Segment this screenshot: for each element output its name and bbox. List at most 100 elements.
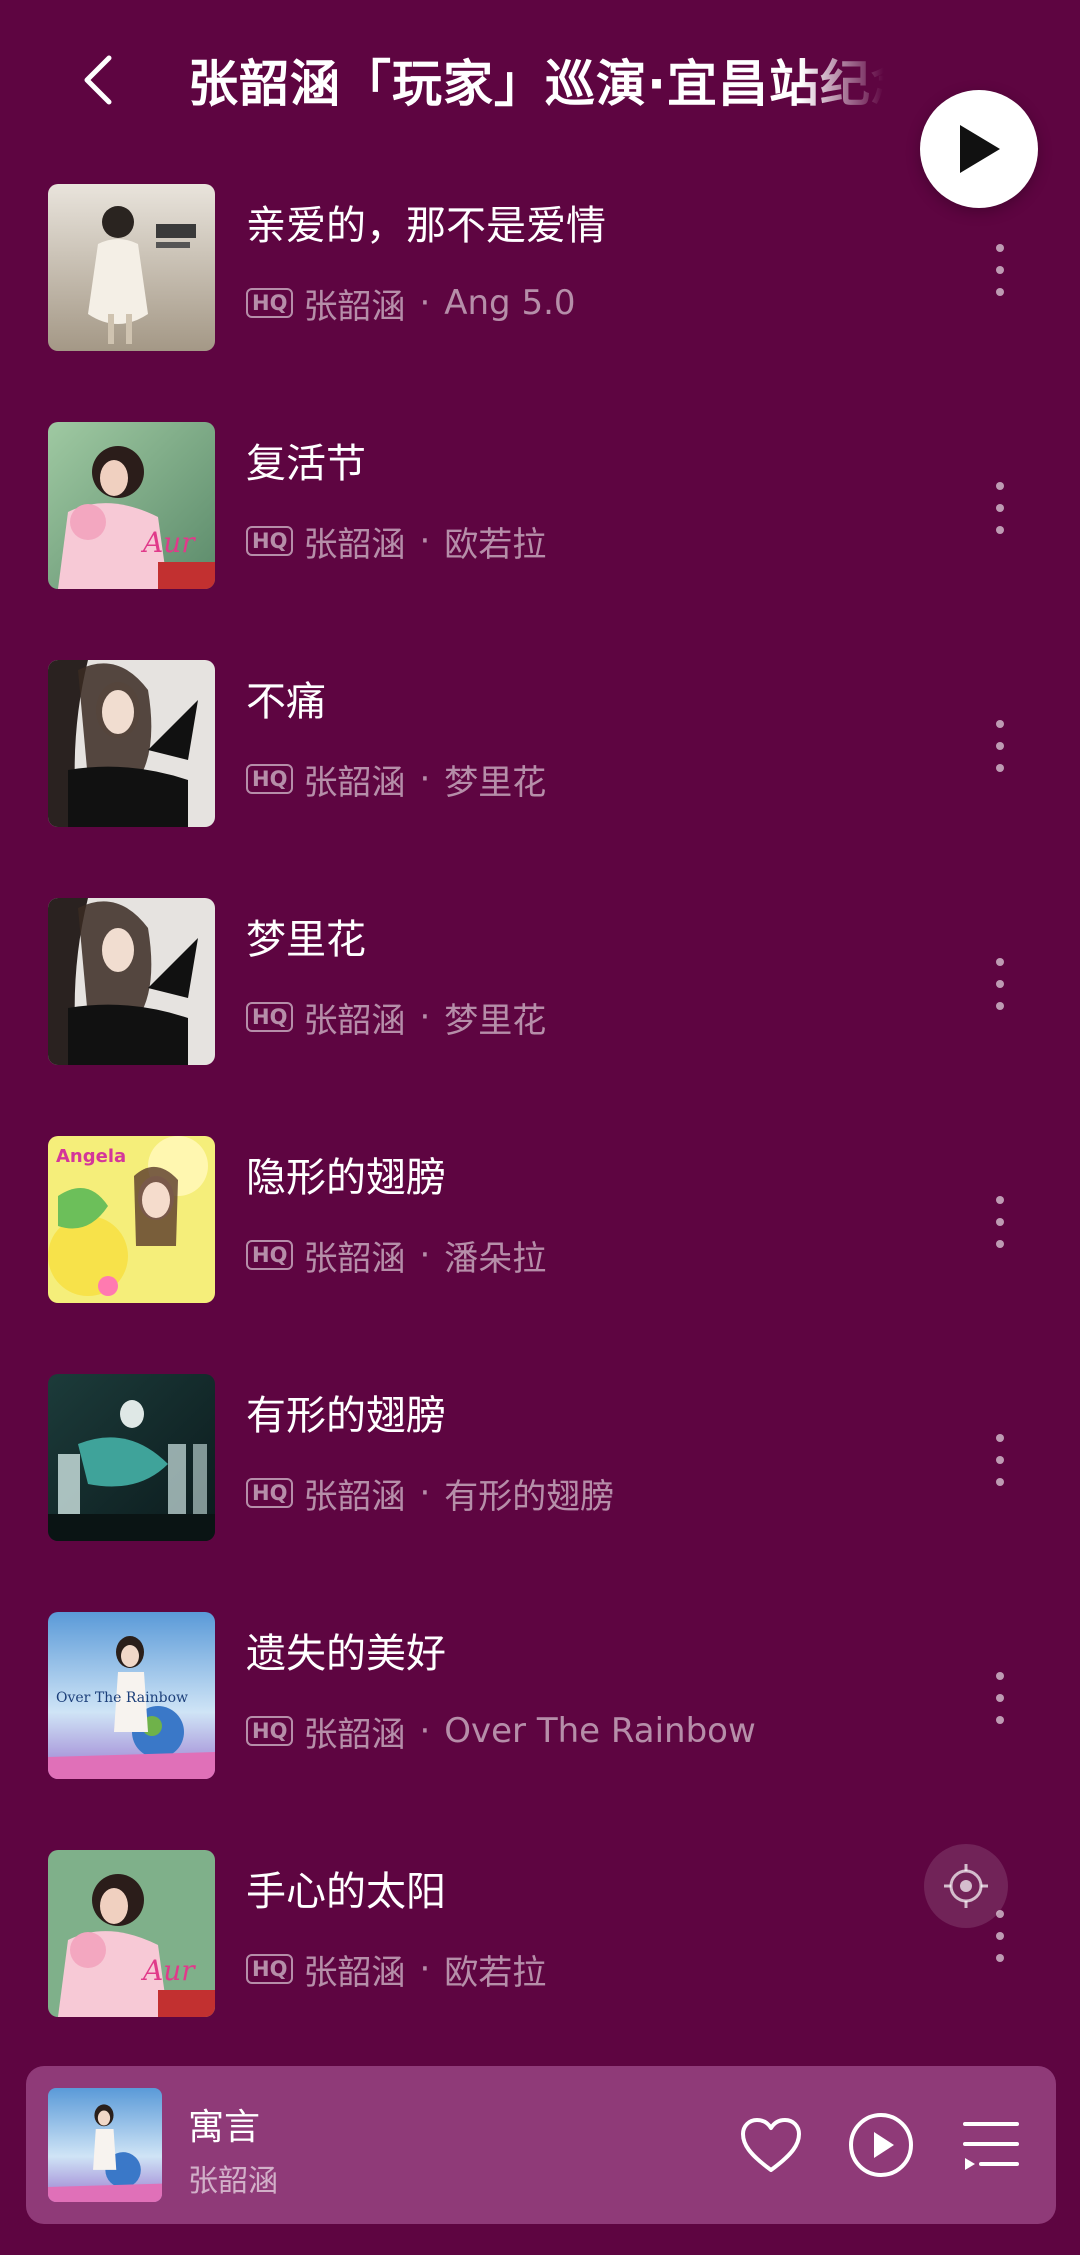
album-cover: Over The Rainbow [48,1612,215,1779]
locate-icon [944,1864,988,1908]
play-icon [960,125,1000,173]
meta-separator: · [419,759,431,799]
song-row[interactable]: Angela 隐形的翅膀 HQ 张韶涵 · 潘朵拉 [0,1122,1080,1360]
more-vertical-icon [996,1672,1004,1680]
song-album: 梦里花 [444,762,547,803]
album-cover: Angela [48,1136,215,1303]
heart-icon [741,2118,801,2172]
playlist-icon [963,2122,1019,2170]
song-artist: 张韶涵 [303,1238,406,1279]
song-meta: HQ 张韶涵 · 欧若拉 [246,1946,547,1993]
hq-badge: HQ [246,1002,294,1032]
more-options-button[interactable] [980,1192,1020,1252]
song-meta: HQ 张韶涵 · Ang 5.0 [246,280,576,327]
song-meta: HQ 张韶涵 · Over The Rainbow [246,1708,756,1755]
more-options-button[interactable] [980,1430,1020,1490]
meta-separator: · [419,1473,431,1513]
mini-player[interactable]: 寓言 张韶涵 [26,2066,1056,2224]
more-vertical-icon [996,482,1004,490]
song-row[interactable]: Aur 复活节 HQ 张韶涵 · 欧若拉 [0,408,1080,646]
more-options-button[interactable] [980,1668,1020,1728]
song-album: Over The Rainbow [444,1711,756,1751]
hq-badge: HQ [246,1478,294,1508]
more-vertical-icon [996,720,1004,728]
page-title-container: 张韶涵「玩家」巡演·宜昌站纪念歌单 [188,44,884,124]
song-title: 隐形的翅膀 [246,1155,446,1201]
song-title: 手心的太阳 [246,1869,446,1915]
more-vertical-icon [996,1434,1004,1442]
song-artist: 张韶涵 [303,1714,406,1755]
song-album: Ang 5.0 [444,283,576,323]
back-button[interactable] [70,52,126,108]
song-title: 复活节 [246,441,366,487]
song-title: 有形的翅膀 [246,1393,446,1439]
more-vertical-icon [996,958,1004,966]
song-artist: 张韶涵 [303,1000,406,1041]
hq-badge: HQ [246,1716,294,1746]
album-cover [48,660,215,827]
song-album: 潘朵拉 [444,1238,547,1279]
song-album: 欧若拉 [444,524,547,565]
hq-badge: HQ [246,288,294,318]
more-vertical-icon [996,244,1004,252]
song-meta: HQ 张韶涵 · 欧若拉 [246,518,547,565]
hq-badge: HQ [246,526,294,556]
song-row[interactable]: Over The Rainbow 遗失的美好 HQ 张韶涵 · Over The… [0,1598,1080,1836]
more-vertical-icon [996,1196,1004,1204]
more-options-button[interactable] [980,954,1020,1014]
song-artist: 张韶涵 [303,286,406,327]
song-artist: 张韶涵 [303,524,406,565]
song-row[interactable]: 亲爱的，那不是爱情 HQ 张韶涵 · Ang 5.0 [0,170,1080,408]
svg-text:Angela: Angela [56,1146,126,1167]
song-title: 梦里花 [246,917,366,963]
song-row[interactable]: 有形的翅膀 HQ 张韶涵 · 有形的翅膀 [0,1360,1080,1598]
svg-text:Aur: Aur [140,526,196,559]
more-options-button[interactable] [980,716,1020,776]
hq-badge: HQ [246,764,294,794]
playlist-button[interactable] [956,2110,1026,2180]
page-title: 张韶涵「玩家」巡演·宜昌站纪念歌单 [188,55,884,113]
locate-current-song-button[interactable] [924,1844,1008,1928]
song-artist: 张韶涵 [303,1476,406,1517]
album-cover [48,1374,215,1541]
hq-badge: HQ [246,1240,294,1270]
song-title: 不痛 [246,679,326,725]
svg-text:Over The Rainbow: Over The Rainbow [56,1690,188,1706]
now-playing-cover [48,2088,162,2202]
now-playing-title: 寓言 [188,2107,261,2148]
meta-separator: · [419,1949,431,1989]
more-options-button[interactable] [980,478,1020,538]
song-title: 遗失的美好 [246,1631,446,1677]
header: 张韶涵「玩家」巡演·宜昌站纪念歌单 [0,0,1080,170]
meta-separator: · [419,521,431,561]
like-button[interactable] [736,2110,806,2180]
song-artist: 张韶涵 [303,762,406,803]
playlist-page: 张韶涵「玩家」巡演·宜昌站纪念歌单 亲爱的，那不 [0,0,1080,2255]
song-row[interactable]: 梦里花 HQ 张韶涵 · 梦里花 [0,884,1080,1122]
song-meta: HQ 张韶涵 · 有形的翅膀 [246,1470,615,1517]
album-cover [48,898,215,1065]
song-meta: HQ 张韶涵 · 梦里花 [246,994,547,1041]
album-cover: Aur [48,1850,215,2017]
song-meta: HQ 张韶涵 · 梦里花 [246,756,547,803]
album-cover [48,184,215,351]
svg-text:Aur: Aur [140,1954,196,1987]
song-artist: 张韶涵 [303,1952,406,1993]
song-row[interactable]: 不痛 HQ 张韶涵 · 梦里花 [0,646,1080,884]
meta-separator: · [419,283,431,323]
song-title: 亲爱的，那不是爱情 [246,203,606,249]
more-options-button[interactable] [980,240,1020,300]
meta-separator: · [419,1235,431,1275]
song-album: 欧若拉 [444,1952,547,1993]
meta-separator: · [419,997,431,1037]
hq-badge: HQ [246,1954,294,1984]
song-row[interactable]: Aur 手心的太阳 HQ 张韶涵 · 欧若拉 [0,1836,1080,2074]
play-pause-button[interactable] [846,2110,916,2180]
song-album: 有形的翅膀 [444,1476,615,1517]
meta-separator: · [419,1711,431,1751]
play-circle-icon [849,2113,913,2177]
song-meta: HQ 张韶涵 · 潘朵拉 [246,1232,547,1279]
song-album: 梦里花 [444,1000,547,1041]
now-playing-artist: 张韶涵 [188,2164,278,2199]
chevron-left-icon [84,55,112,105]
